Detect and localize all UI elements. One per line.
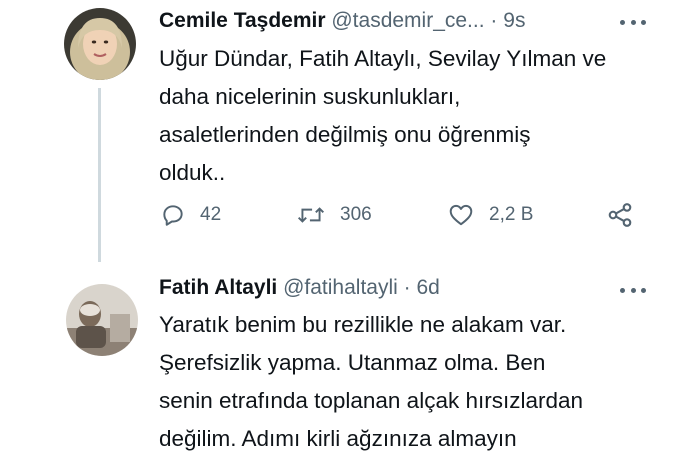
share-icon <box>608 203 632 227</box>
reply-icon <box>163 205 183 226</box>
separator-dot: · <box>403 276 411 299</box>
retweet-count: 306 <box>340 204 372 225</box>
author-handle[interactable]: @fatihaltayli <box>283 276 398 299</box>
avatar-photo <box>64 8 136 80</box>
tweet-text-line: olduk.. <box>159 160 226 185</box>
tweet-text-line: senin etrafında toplanan alçak hırsızlar… <box>159 388 584 413</box>
tweet-text-line: asaletlerinden değilmiş onu öğrenmiş <box>159 122 531 147</box>
avatar[interactable] <box>66 284 138 356</box>
tweet-text-line: Yaratık benim bu rezillikle ne alakam va… <box>159 312 567 337</box>
tweet-text-line: değilim. Adımı kirli ağzınıza almayın <box>159 426 517 451</box>
tweet-text-line: daha nicelerinin suskunlukları, <box>159 84 461 109</box>
heart-icon <box>449 204 473 226</box>
tweet-header: Fatih Altayli @fatihaltayli · 6d <box>159 275 440 301</box>
avatar-photo <box>66 284 138 356</box>
tweet-cemile[interactable]: Cemile Taşdemir @tasdemir_ce... · 9s Uğu… <box>0 0 690 262</box>
retweet-icon <box>297 207 325 223</box>
tweet-text-line: Uğur Dündar, Fatih Altaylı, Sevilay Yılm… <box>159 46 607 71</box>
tweet-text: Yaratık benim bu rezillikle ne alakam va… <box>159 306 659 458</box>
timestamp[interactable]: 9s <box>503 9 525 32</box>
like-count: 2,2 B <box>489 204 534 225</box>
separator-dot: · <box>490 9 498 32</box>
like-button[interactable]: 2,2 B <box>447 195 533 235</box>
reply-button[interactable]: 42 <box>160 195 221 235</box>
more-options-icon[interactable] <box>620 280 646 300</box>
retweet-button[interactable]: 306 <box>296 195 372 235</box>
author-name[interactable]: Cemile Taşdemir <box>159 9 326 32</box>
tweet-text-line: Şerefsizlik yapma. Utanmaz olma. Ben <box>159 350 546 375</box>
tweet-actions: 42 306 2,2 B <box>0 195 690 235</box>
tweet-header: Cemile Taşdemir @tasdemir_ce... · 9s <box>159 8 525 34</box>
author-name[interactable]: Fatih Altayli <box>159 276 277 299</box>
reply-count: 42 <box>200 204 222 225</box>
more-options-icon[interactable] <box>620 12 646 32</box>
avatar[interactable] <box>64 8 136 80</box>
timestamp[interactable]: 6d <box>416 276 439 299</box>
tweet-text: Uğur Dündar, Fatih Altaylı, Sevilay Yılm… <box>159 40 659 192</box>
thread-line <box>98 88 101 262</box>
author-handle[interactable]: @tasdemir_ce... <box>331 9 484 32</box>
tweet-fatih[interactable]: Fatih Altayli @fatihaltayli · 6d Yaratık… <box>0 262 690 451</box>
share-button[interactable] <box>606 195 634 235</box>
